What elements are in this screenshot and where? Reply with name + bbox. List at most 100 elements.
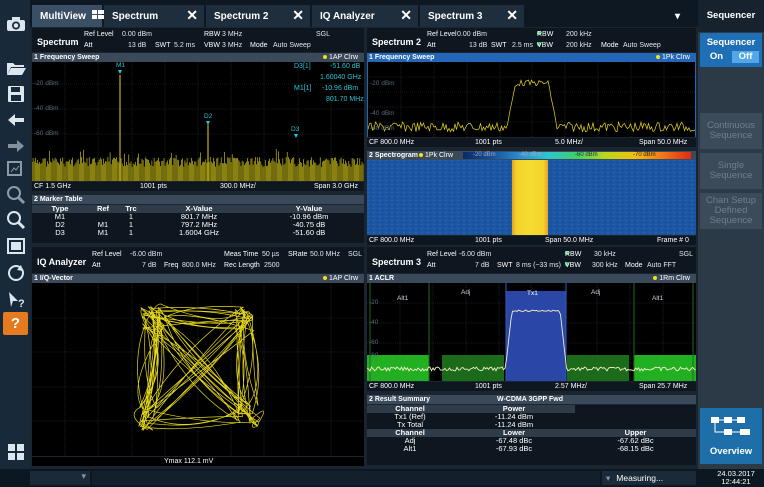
spectrum-footer: CF 1.5 GHz 1001 pts 300.0 MHz/ Span 3.0 … <box>32 182 364 191</box>
help-pointer-icon[interactable]: ? <box>3 288 28 311</box>
spectrum-header[interactable]: Spectrum Ref Level 0.00 dBm Att 13 dB SW… <box>32 28 364 52</box>
zoom-off-icon[interactable] <box>3 234 28 257</box>
marker-readout: 801.70 MHz <box>326 96 364 103</box>
aclr-bar[interactable]: 1 ACLR 1Rm Clrw <box>367 274 696 283</box>
tab-label: Spectrum 3 <box>428 10 483 22</box>
tab-overflow-button[interactable]: ▾ <box>665 5 695 27</box>
zoom-magnifier-icon[interactable] <box>3 208 28 231</box>
table-cell: Alt1 <box>403 444 417 453</box>
tab-spectrum[interactable]: Spectrum ✕ <box>104 5 204 27</box>
clock: 24.03.2017 12:44:21 <box>710 470 762 486</box>
sgl-indicator: SGL <box>348 251 363 258</box>
frequency-sweep-bar[interactable]: 1 Frequency Sweep 1AP Clrw <box>32 53 364 62</box>
window-title: 1 ACLR <box>369 275 395 282</box>
rbw-value: 3 MHz <box>222 31 243 38</box>
spectrogram-plot[interactable] <box>367 160 696 235</box>
iq-analyzer-header[interactable]: IQ Analyzer Ref Level -6.00 dBm Att 7 dB… <box>32 247 364 273</box>
marker-m1-icon <box>118 70 122 74</box>
chevron-down-icon: ▾ <box>81 471 86 481</box>
rbw-value: 200 kHz <box>566 31 592 38</box>
close-icon[interactable]: ✕ <box>292 7 304 24</box>
spectrum-plot[interactable]: -20 dBm -40 dBm -60 dBm M1 D2 D3 D3[1] -… <box>32 62 364 181</box>
trace-dot-icon <box>653 276 658 280</box>
table-row[interactable]: Alt1 -67.93 dBc -68.15 dBc <box>367 445 696 453</box>
grid-label: -20 <box>369 299 379 306</box>
left-toolbar: ? ? <box>0 0 30 469</box>
single-sequence-button[interactable]: Single Sequence <box>700 153 762 189</box>
window-name: Spectrum 3 <box>372 257 422 267</box>
iq-constellation <box>32 283 364 456</box>
ref-level-value: -6.00 dBm <box>459 251 492 258</box>
continuous-sequence-button[interactable]: Continuous Sequence <box>700 113 762 149</box>
save-icon[interactable] <box>3 82 28 105</box>
center-frequency: CF 800.0 MHz <box>369 139 415 146</box>
channel-label: Alt1 <box>652 295 664 302</box>
undo-icon[interactable] <box>3 108 28 131</box>
close-icon[interactable]: ✕ <box>186 7 198 24</box>
measuring-status[interactable]: ▾ Measuring... <box>602 471 696 485</box>
result-summary-bar[interactable]: 2 Result Summary W-CDMA 3GPP Fwd <box>367 395 696 404</box>
frequency-sweep-bar[interactable]: 1 Frequency Sweep 1Pk Clrw <box>367 53 696 62</box>
table-row[interactable]: D3 M1 1 1.6004 GHz -51.60 dB <box>32 229 364 237</box>
iq-vector-bar[interactable]: 1 I/Q-Vector 1AP Clrw <box>32 274 364 283</box>
frequency-per-div: 5.0 MHz/ <box>555 139 584 146</box>
overview-button[interactable]: Overview <box>700 408 762 464</box>
status-dropdown-left[interactable]: ▾ <box>30 471 90 485</box>
ref-level-label: Ref Level <box>427 31 457 38</box>
multi-zoom-icon[interactable] <box>3 183 28 206</box>
trace-info: 1Pk Clrw <box>655 53 690 62</box>
chevron-down-icon: ▾ <box>675 10 681 22</box>
sequencer-panel: Sequencer Sequencer On Off Continuous Se… <box>698 0 764 469</box>
close-icon[interactable]: ✕ <box>400 7 412 24</box>
marker-d2-icon <box>206 121 210 125</box>
ref-level-label: Ref Level <box>92 251 122 258</box>
att-value: 13 dB <box>128 42 147 49</box>
tab-spectrum-2[interactable]: Spectrum 2 ✕ <box>206 5 310 27</box>
sequencer-toggle[interactable]: Sequencer On Off <box>700 33 762 67</box>
overview-label: Overview <box>709 446 753 457</box>
points-count: 1001 pts <box>475 139 502 146</box>
marker-d3-icon <box>294 134 298 138</box>
redo-icon[interactable] <box>3 134 28 157</box>
help-icon[interactable]: ? <box>3 312 28 335</box>
tab-spectrum-3[interactable]: Spectrum 3 ✕ <box>420 5 524 27</box>
rbw-value: 30 kHz <box>594 251 616 258</box>
refresh-icon[interactable] <box>3 261 28 284</box>
tab-multiview[interactable]: MultiView <box>32 5 104 27</box>
tab-iq-analyzer[interactable]: IQ Analyzer ✕ <box>312 5 418 27</box>
measuring-label: Measuring... <box>616 473 664 483</box>
off-option[interactable]: Off <box>732 51 759 63</box>
frame-number: Frame # 0 <box>657 237 689 244</box>
center-frequency: CF 800.0 MHz <box>369 237 415 244</box>
grid-label: -60 <box>369 339 379 346</box>
windows-icon[interactable] <box>3 440 28 463</box>
window-title: 2 Result Summary <box>369 396 431 403</box>
spectrum-2-plot[interactable]: -20 dBm -40 dBm -60 dBm <box>367 62 696 137</box>
mode-value: Auto FFT <box>647 262 677 269</box>
open-folder-icon[interactable] <box>3 56 28 79</box>
grid-label: -20 dBm <box>370 80 395 87</box>
att-value: 13 dB <box>469 42 488 49</box>
window-title: 1 I/Q-Vector <box>34 275 73 282</box>
freq-value: 800.0 MHz <box>182 262 216 269</box>
zoom-icon[interactable] <box>3 158 28 181</box>
mode-value: Auto Sweep <box>273 42 311 49</box>
ref-level-value: -6.00 dBm <box>130 251 163 258</box>
close-icon[interactable]: ✕ <box>506 7 518 24</box>
standard-name: W-CDMA 3GPP Fwd <box>497 396 563 403</box>
spectrum-3-header[interactable]: Spectrum 3 Ref Level -6.00 dBm Att 7 dB … <box>367 247 696 273</box>
window-name: Spectrum 2 <box>372 37 422 47</box>
spectrum-2-header[interactable]: Spectrum 2 Ref Level 0.00 dBm Att 13 dB … <box>367 28 696 52</box>
ref-level-value: 0.00 dBm <box>457 31 487 38</box>
att-label: Att <box>427 42 436 49</box>
spectrogram-bar[interactable]: 2 Spectrogram 1Pk Clrw -20 dBm -40 dBm -… <box>367 151 696 160</box>
on-option[interactable]: On <box>703 51 730 63</box>
aclr-plot[interactable]: Alt1 Adj Tx1 Adj Alt1 -20 -40 -60 -80 <box>367 283 696 381</box>
marker-table-bar[interactable]: 2 Marker Table <box>32 195 364 204</box>
camera-icon[interactable] <box>3 12 28 35</box>
aclr-footer: CF 800.0 MHz 1001 pts 2.57 MHz/ Span 25.… <box>367 382 696 391</box>
trace-label: 1Pk Clrw <box>425 152 454 159</box>
scale-label: -20 dBm <box>473 152 496 158</box>
iq-vector-plot[interactable] <box>32 283 364 456</box>
chan-setup-defined-sequence-button[interactable]: Chan Setup Defined Sequence <box>700 193 762 229</box>
